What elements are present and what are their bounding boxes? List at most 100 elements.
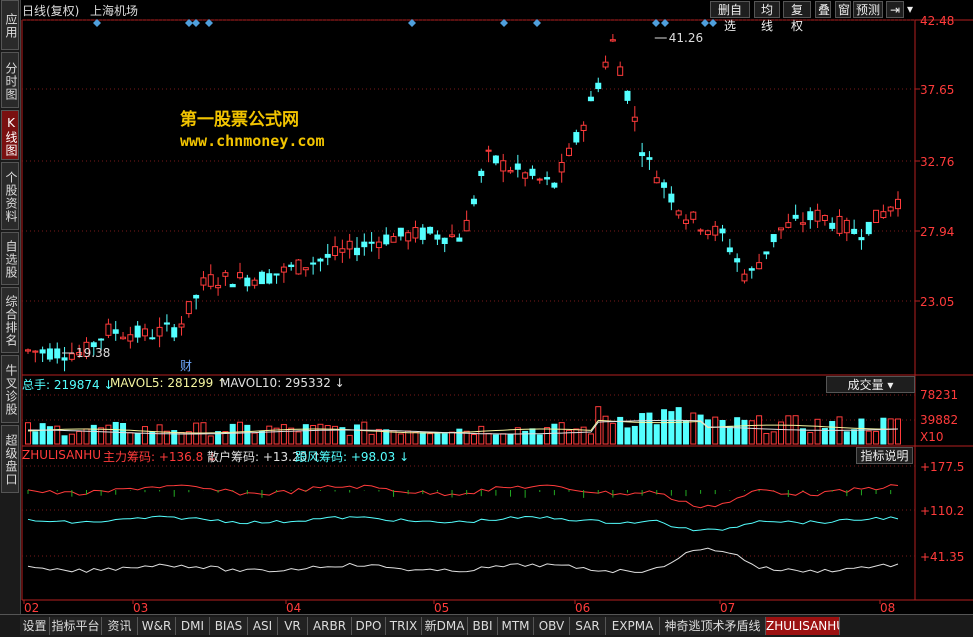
bottom-tab-14[interactable]: OBV: [534, 617, 570, 635]
volume-bar: [324, 425, 331, 445]
bottom-tab-13[interactable]: MTM: [498, 617, 534, 635]
volume-bar: [536, 434, 543, 445]
volume-bar: [39, 423, 46, 445]
volume-bar: [741, 419, 748, 445]
sidebar-tab-4[interactable]: 自选股: [1, 232, 19, 285]
sidebar-tab-5[interactable]: 综合排名: [1, 287, 19, 353]
volume-bar: [851, 429, 858, 445]
volume-bar: [799, 428, 806, 445]
price-axis-label: 32.76: [920, 155, 954, 169]
candle-up: [178, 323, 185, 328]
candle-up: [887, 206, 894, 212]
candle-down: [288, 264, 295, 268]
candle-up: [500, 160, 507, 172]
header-button-0[interactable]: 删自选: [710, 1, 750, 33]
candle-up: [32, 350, 39, 353]
volume-bar: [668, 411, 675, 445]
volume-bar: [258, 430, 265, 445]
candle-up: [697, 229, 704, 232]
sidebar-tab-2[interactable]: K线图: [1, 110, 19, 160]
candle-down: [361, 241, 368, 248]
volume-bar: [185, 431, 192, 445]
candle-down: [229, 283, 236, 288]
volume-bar: [32, 431, 39, 445]
candle-down: [434, 234, 441, 240]
candle-up: [580, 124, 587, 132]
volume-bar: [288, 427, 295, 445]
bottom-tab-17[interactable]: 神奇逃顶术矛盾线: [660, 617, 766, 635]
time-axis-label: 03: [133, 601, 148, 615]
bottom-tab-9[interactable]: DPO: [352, 617, 386, 635]
candle-down: [383, 234, 390, 245]
candle-down: [98, 338, 105, 341]
candle-down: [244, 277, 251, 287]
bottom-tab-4[interactable]: DMI: [176, 617, 210, 635]
candle-up: [617, 66, 624, 76]
volume-bar: [266, 425, 273, 445]
volume-bar: [661, 409, 668, 445]
sidebar-tab-0[interactable]: 应用: [1, 0, 19, 50]
header-button-4[interactable]: 窗: [835, 1, 851, 18]
chart-canvas[interactable]: 42.4837.6532.7627.9423.0541.2619.38财7823…: [0, 0, 973, 636]
candle-up: [778, 227, 785, 231]
volume-bar: [390, 430, 397, 445]
candle-up: [339, 248, 346, 253]
volume-bar: [551, 423, 558, 445]
bottom-tab-16[interactable]: EXPMA: [606, 617, 660, 635]
candle-down: [478, 170, 485, 177]
candle-down: [734, 258, 741, 263]
bottom-tab-11[interactable]: 新DMA: [422, 617, 468, 635]
sidebar-tab-6[interactable]: 牛叉诊股: [1, 355, 19, 423]
indicator-help-button[interactable]: 指标说明: [856, 447, 913, 464]
bottom-tab-7[interactable]: VR: [278, 617, 308, 635]
candle-down: [748, 268, 755, 271]
volume-bar: [807, 432, 814, 445]
stock-name: 上海机场: [90, 4, 139, 18]
bottom-tab-1[interactable]: 指标平台: [50, 617, 102, 635]
volume-bar: [895, 418, 901, 445]
volume-bar: [712, 416, 719, 445]
candle-down: [807, 211, 814, 221]
volume-bar: [280, 424, 287, 445]
sidebar-tab-7[interactable]: 超级盘口: [1, 425, 19, 493]
volume-bar: [434, 433, 441, 445]
candle-down: [470, 198, 477, 205]
sidebar-tab-3[interactable]: 个股资料: [1, 162, 19, 230]
candle-up: [675, 210, 682, 216]
candle-up: [756, 262, 763, 270]
bottom-tab-8[interactable]: ARBR: [308, 617, 352, 635]
header-button-3[interactable]: 叠: [815, 1, 831, 18]
price-axis-label: 37.65: [920, 83, 954, 97]
candle-up: [302, 267, 309, 271]
indicator-axis-label: +177.5: [920, 460, 964, 474]
volume-bar: [756, 415, 763, 445]
bottom-tab-5[interactable]: BIAS: [210, 617, 248, 635]
triangle-down-icon[interactable]: ▾: [905, 1, 915, 18]
vertical-tab-bar: 应用分时图 K线图个股资料自选股综合排名牛叉诊股超级盘口: [0, 0, 21, 614]
sidebar-tab-1[interactable]: 分时图: [1, 52, 19, 108]
volume-bar: [829, 421, 836, 445]
header-button-2[interactable]: 复权: [783, 1, 811, 33]
volume-bar: [163, 430, 170, 445]
volume-selector-dropdown[interactable]: 成交量 ▾: [826, 376, 915, 393]
header-button-5[interactable]: 预测: [853, 1, 883, 18]
volume-bar: [98, 427, 105, 445]
bottom-tab-18[interactable]: ZHULISANHU: [766, 617, 840, 635]
bottom-tab-15[interactable]: SAR: [570, 617, 606, 635]
header-button-1[interactable]: 均线: [754, 1, 780, 33]
candle-down: [829, 222, 836, 229]
bottom-tab-3[interactable]: W&R: [138, 617, 176, 635]
bottom-tab-10[interactable]: TRIX: [386, 617, 422, 635]
volume-bar: [624, 427, 631, 445]
bottom-tab-0[interactable]: 设置: [20, 617, 50, 635]
arrow-left-bar-icon[interactable]: ⇥: [886, 1, 904, 18]
volume-bar: [127, 432, 134, 445]
candle-down: [858, 237, 865, 241]
bottom-tab-6[interactable]: ASI: [248, 617, 278, 635]
candle-down: [149, 337, 156, 340]
candle-down: [639, 152, 646, 157]
candle-down: [544, 177, 551, 180]
bottom-tab-12[interactable]: BBI: [468, 617, 498, 635]
candle-up: [222, 272, 229, 277]
bottom-tab-2[interactable]: 资讯: [102, 617, 138, 635]
